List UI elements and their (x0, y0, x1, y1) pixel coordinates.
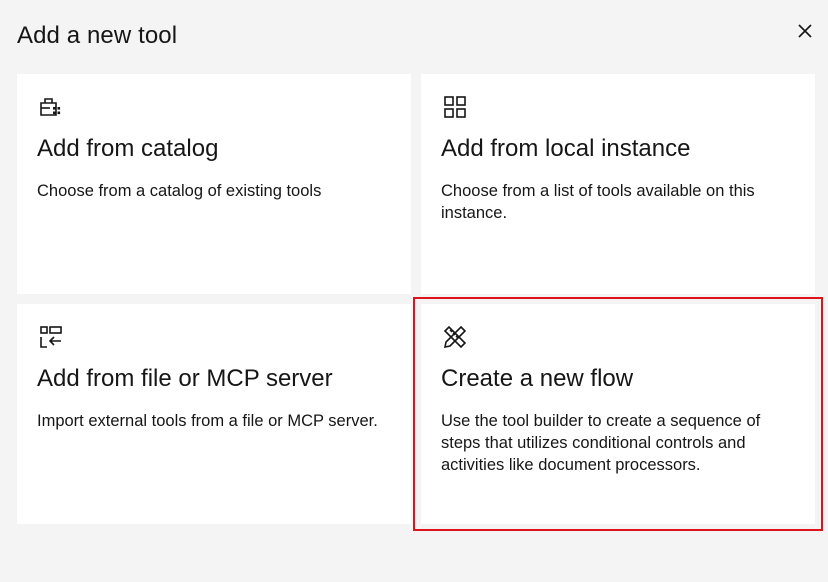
tile-description: Import external tools from a file or MCP… (37, 412, 378, 430)
tile-add-from-catalog[interactable]: Add from catalog Choose from a catalog o… (17, 74, 411, 294)
tile-title: Create a new flow (441, 365, 634, 392)
close-icon (798, 24, 812, 38)
tile-add-from-local-instance[interactable]: Add from local instance Choose from a li… (421, 74, 815, 294)
tile-create-new-flow[interactable]: Create a new flow Use the tool builder t… (421, 304, 815, 524)
tile-title: Add from catalog (37, 135, 219, 162)
modal-title: Add a new tool (17, 22, 178, 49)
tile-description: Use the tool builder to create a sequenc… (441, 412, 761, 474)
import-file-icon (40, 326, 62, 348)
tile-title: Add from file or MCP server (37, 365, 333, 392)
tile-title: Add from local instance (441, 135, 691, 162)
tools-icon (443, 325, 467, 349)
tile-description: Choose from a catalog of existing tools (37, 182, 322, 200)
grid-apps-icon (444, 96, 466, 118)
tile-description: Choose from a list of tools available on… (441, 182, 755, 222)
close-button[interactable] (792, 18, 818, 44)
catalog-icon (40, 98, 61, 116)
tile-add-from-file-or-mcp[interactable]: Add from file or MCP server Import exter… (17, 304, 411, 524)
